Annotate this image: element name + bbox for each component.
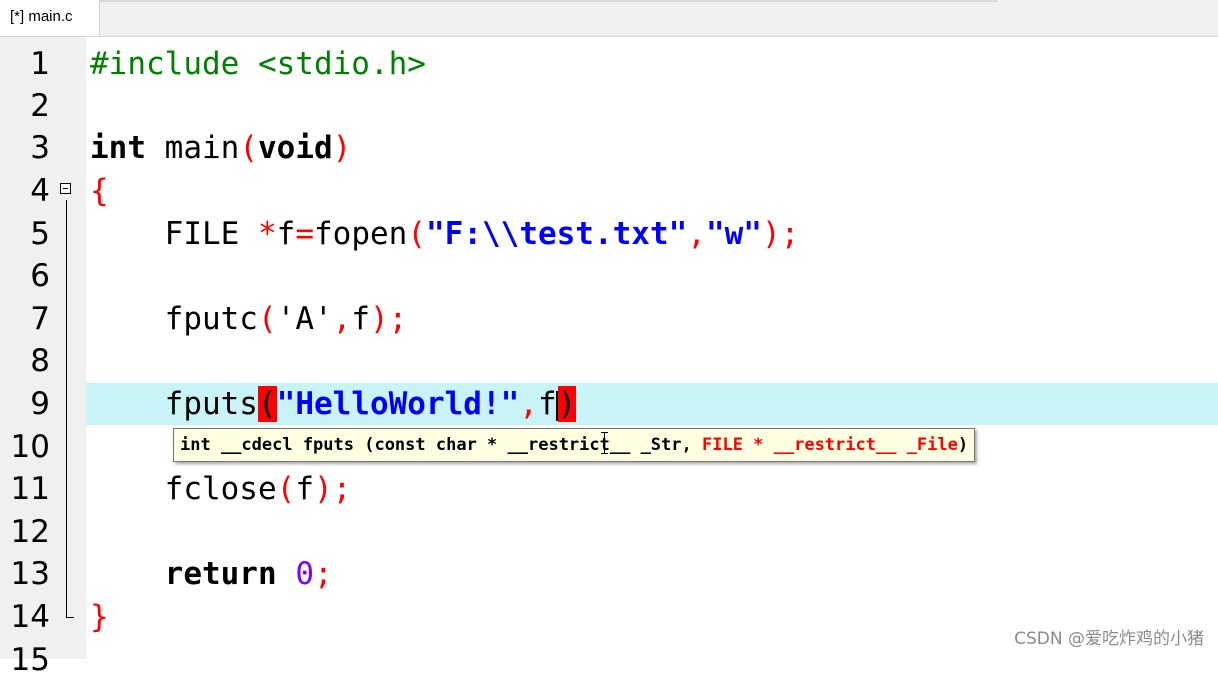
fold-collapse-icon[interactable] (60, 183, 71, 194)
tooltip-signature-text: int __cdecl fputs (const char * __restri… (180, 435, 702, 455)
tab-bar: [*] main.c (0, 0, 1218, 37)
watermark: CSDN @爱吃炸鸡的小猪 (1014, 629, 1204, 649)
code-line-4: { (90, 170, 109, 212)
paren: ) (313, 471, 333, 507)
semicolon: ; (388, 301, 408, 337)
function-call: fputc (164, 301, 258, 337)
paren: ( (239, 130, 258, 166)
code-line-7: fputc('A',f); (90, 298, 408, 340)
paren: ( (276, 471, 296, 507)
identifier: f (295, 471, 314, 507)
tab-main-c[interactable]: [*] main.c (0, 0, 100, 36)
line-number: 9 (30, 386, 50, 422)
identifier: f (276, 216, 296, 252)
tooltip-closing: ) (957, 435, 969, 455)
code-line-5: FILE *f=fopen("F:\\test.txt","w"); (90, 213, 800, 255)
string-literal: "w" (705, 216, 762, 252)
brace: } (90, 599, 109, 635)
code-line-13: return 0; (90, 553, 333, 595)
line-number: 11 (10, 471, 50, 507)
line-number: 1 (30, 46, 50, 82)
keyword: int (90, 130, 146, 166)
comma: , (687, 216, 706, 252)
code-line-1: #include <stdio.h> (90, 43, 426, 85)
fold-range-line (66, 200, 67, 618)
line-number: 8 (30, 343, 50, 379)
code-line-11: fclose(f); (90, 468, 352, 510)
ibeam-cursor-icon (601, 432, 608, 454)
line-number: 14 (10, 599, 50, 635)
number-literal: 0 (295, 556, 314, 592)
char-literal: 'A' (276, 301, 333, 337)
identifier: f (537, 386, 557, 422)
semicolon: ; (332, 471, 352, 507)
brace: { (90, 173, 109, 209)
preprocessor-directive: #include <stdio.h> (90, 46, 426, 82)
keyword: return (164, 556, 277, 592)
string-literal: "F:\\test.txt" (426, 216, 688, 252)
comma: , (332, 301, 352, 337)
paren: ( (407, 216, 426, 252)
type-name: FILE (164, 216, 240, 252)
code-editor[interactable]: #include <stdio.h> int main(void) { FILE… (86, 37, 1218, 659)
function-name: main (164, 130, 240, 166)
paren: ( (257, 301, 277, 337)
function-call: fputs (164, 386, 258, 422)
paren: ) (370, 301, 389, 337)
line-number: 2 (30, 88, 50, 124)
line-number: 7 (30, 301, 50, 337)
operator: * (257, 216, 277, 252)
matched-bracket: ) (557, 386, 577, 422)
string-literal: "HelloWorld!" (276, 386, 520, 422)
matched-bracket: ( (257, 386, 277, 422)
function-call: fclose (164, 471, 277, 507)
line-number-gutter: 1 2 3 4 5 6 7 8 9 10 11 12 13 14 15 (0, 37, 86, 678)
line-number: 15 (10, 642, 50, 678)
tab-bar-border (100, 0, 997, 2)
line-number: 4 (30, 173, 50, 209)
line-number: 12 (10, 514, 50, 550)
semicolon: ; (780, 216, 800, 252)
function-call: fopen (314, 216, 408, 252)
code-line-3: int main(void) (90, 127, 351, 169)
function-signature-tooltip: int __cdecl fputs (const char * __restri… (173, 428, 976, 462)
code-line-9: fputs("HelloWorld!",f) (90, 383, 577, 425)
keyword: void (258, 130, 333, 166)
tooltip-current-param: FILE * __restrict__ _File (701, 435, 958, 455)
paren: ) (332, 130, 352, 166)
identifier: f (351, 301, 370, 337)
line-number: 5 (30, 216, 50, 252)
line-number: 10 (10, 429, 50, 465)
semicolon: ; (313, 556, 333, 592)
paren: ) (761, 216, 781, 252)
line-number: 6 (30, 258, 50, 294)
code-line-14: } (90, 596, 109, 638)
line-number: 3 (30, 130, 50, 166)
operator: = (295, 216, 314, 252)
comma: , (519, 386, 538, 422)
fold-range-end (66, 617, 74, 618)
line-number: 13 (10, 556, 50, 592)
